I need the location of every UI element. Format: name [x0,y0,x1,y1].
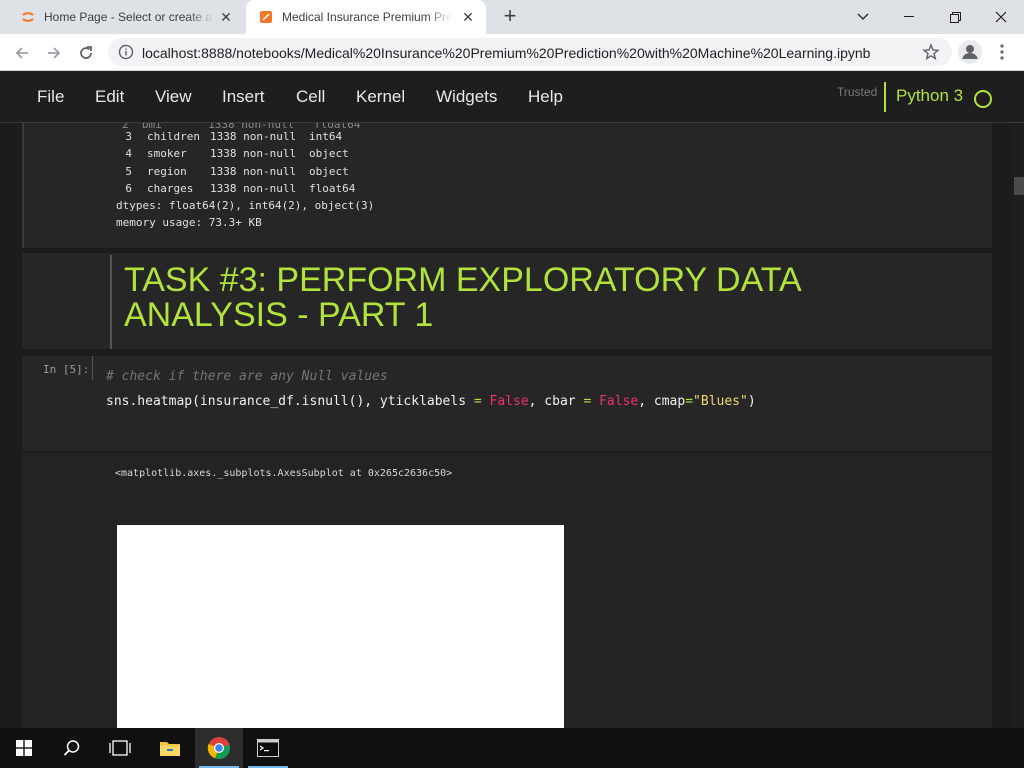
minimize-button[interactable] [886,0,932,34]
code-token: , cbar [528,394,584,409]
new-tab-button[interactable]: + [498,5,522,29]
code-token: ) [747,394,756,409]
info-column: region [147,165,187,178]
windows-start-icon[interactable] [0,728,48,768]
bookmark-star-icon[interactable] [922,43,940,61]
code-comment[interactable]: # check if there are any Null values [106,369,388,384]
info-count: 1338 non-null [210,130,297,143]
menu-cell[interactable]: Cell [296,87,325,107]
output-repr: <matplotlib.axes._subplots.AxesSubplot a… [115,468,453,479]
info-column: smoker [147,147,187,160]
browser-tab-notebook[interactable]: Medical Insurance Premium Prediction wit… [246,0,486,34]
info-index: 5 [125,165,132,178]
browser-tab-home[interactable]: Home Page - Select or create a notebook … [8,0,244,34]
info-icon[interactable] [118,44,134,60]
browser-tab-title: Home Page - Select or create a notebook [44,10,214,24]
kernel-idle-icon [974,90,992,108]
code-keyword-false: False [599,394,639,409]
info-dtype: float64 [309,182,356,195]
code-keyword-false: False [489,394,529,409]
markdown-cell[interactable]: TASK #3: PERFORM EXPLORATORY DATA ANALYS… [22,253,992,349]
browser-menu-icon[interactable] [990,40,1014,64]
menu-widgets[interactable]: Widgets [436,87,497,107]
info-dtype: object [309,165,349,178]
code-token: sns.heatmap(insurance_df.isnull(), ytick… [106,394,474,409]
info-dtypes-line: dtypes: float64(2), int64(2), object(3) [116,199,375,212]
url-text: localhost:8888/notebooks/Medical%20Insur… [142,45,871,61]
info-count: 1338 non-null [210,147,297,160]
search-icon[interactable] [48,728,96,768]
info-index: 4 [125,147,132,160]
info-index: 3 [125,130,132,143]
info-count: 1338 non-null [210,182,297,195]
restore-button[interactable] [932,0,978,34]
browser-toolbar: localhost:8888/notebooks/Medical%20Insur… [0,34,1024,71]
close-window-button[interactable] [978,0,1024,34]
markdown-cell-border [110,255,112,349]
menu-help[interactable]: Help [528,87,563,107]
code-string: "Blues" [693,394,748,409]
kernel-name[interactable]: Python 3 [896,86,963,106]
kernel-divider [884,82,886,112]
forward-arrow-icon[interactable] [40,39,68,67]
code-operator: = [473,394,482,409]
browser-tab-strip: Home Page - Select or create a notebook … [0,0,1024,34]
jupyter-icon [20,9,36,25]
close-icon[interactable]: ✕ [218,9,234,25]
back-arrow-icon[interactable] [8,39,36,67]
profile-avatar-icon[interactable] [958,40,982,64]
code-line[interactable]: sns.heatmap(insurance_df.isnull(), ytick… [106,394,756,409]
address-bar[interactable]: localhost:8888/notebooks/Medical%20Insur… [108,38,952,66]
chrome-icon[interactable] [195,728,243,768]
notebook-scrollbar[interactable] [1012,123,1024,728]
info-column: children [147,130,200,143]
notebook-container[interactable]: 2 bmi 1338 non-null float64 3 children 1… [0,123,1024,728]
info-column: charges [147,182,194,195]
output-cell[interactable]: <matplotlib.axes._subplots.AxesSubplot a… [22,453,992,728]
close-icon[interactable]: ✕ [460,9,476,25]
info-output-cell[interactable]: 2 bmi 1338 non-null float64 3 children 1… [22,123,992,248]
info-memory-line: memory usage: 73.3+ KB [116,216,262,229]
input-prompt: In [5]: [43,363,90,376]
menu-kernel[interactable]: Kernel [356,87,405,107]
prompt-divider [92,356,93,380]
task-view-icon[interactable] [96,728,144,768]
menu-view[interactable]: View [155,87,192,107]
section-heading: TASK #3: PERFORM EXPLORATORY DATA ANALYS… [124,261,800,334]
info-count: 1338 non-null [210,165,297,178]
menu-file[interactable]: File [37,87,64,107]
code-operator: = [583,394,592,409]
info-dtype: int64 [309,130,343,143]
terminal-icon[interactable] [244,728,292,768]
windows-taskbar [0,728,1024,768]
reload-icon[interactable] [72,39,100,67]
notebook-icon [258,9,274,25]
jupyter-menu-bar: File Edit View Insert Cell Kernel Widget… [0,71,1024,123]
info-dtype: object [309,147,349,160]
code-operator: = [685,394,694,409]
code-cell[interactable]: In [5]: # check if there are any Null va… [22,356,992,451]
menu-edit[interactable]: Edit [95,87,124,107]
file-explorer-icon[interactable] [146,728,194,768]
tab-search-chevron-icon[interactable] [840,0,886,34]
scrollbar-thumb[interactable] [1014,177,1024,195]
menu-insert[interactable]: Insert [222,87,265,107]
code-token: , cmap [638,394,686,409]
heatmap-plot [117,525,564,728]
info-index: 6 [125,182,132,195]
browser-tab-title: Medical Insurance Premium Prediction wit… [282,10,452,24]
trusted-indicator[interactable]: Trusted [837,85,877,99]
